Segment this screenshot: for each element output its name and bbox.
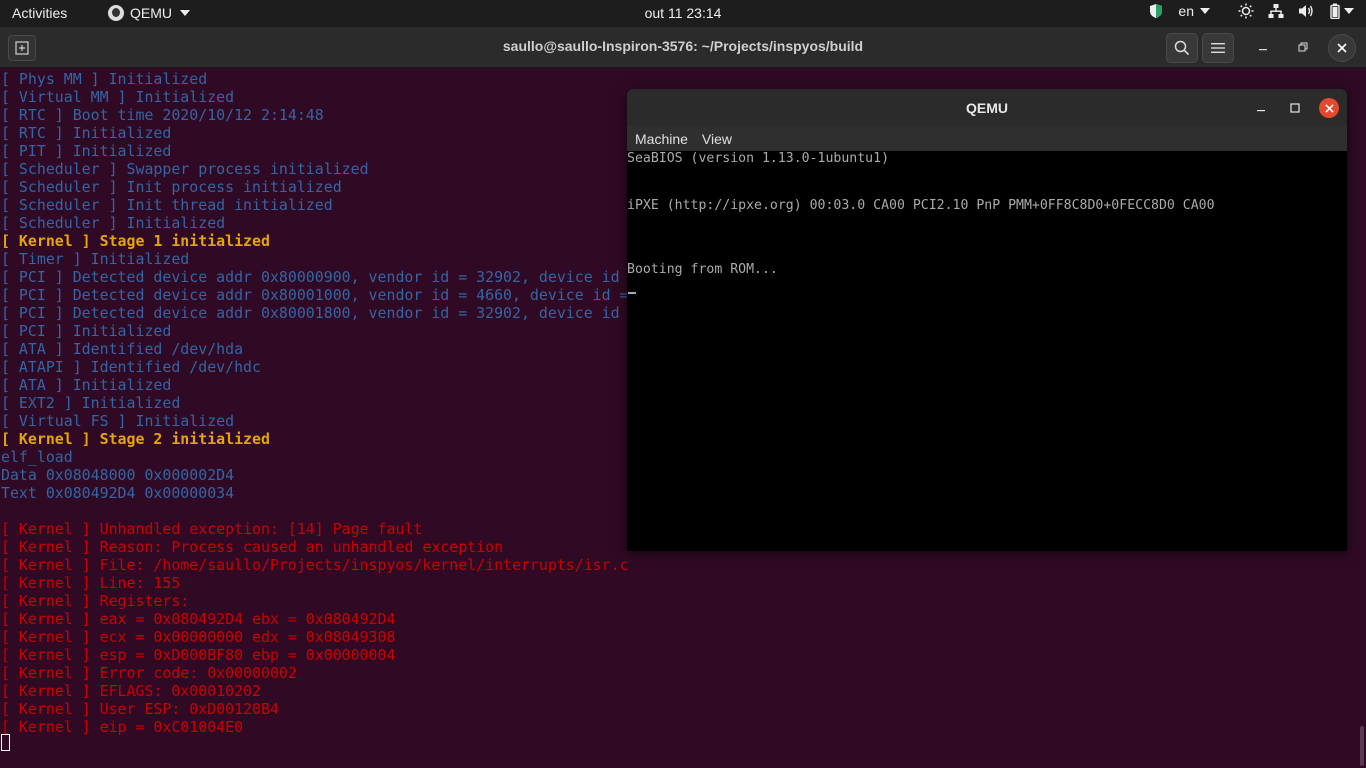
vga-cursor: [628, 292, 636, 294]
qemu-minimize-button[interactable]: [1251, 98, 1271, 118]
restore-icon: [1298, 42, 1308, 52]
terminal-line: [ Kernel ] Registers:: [1, 592, 190, 610]
chevron-down-icon: [1200, 8, 1210, 14]
chevron-down-icon: [1344, 8, 1354, 14]
brightness-icon[interactable]: [1238, 3, 1254, 19]
menu-machine[interactable]: Machine: [635, 131, 688, 147]
qemu-vga-screen[interactable]: SeaBIOS (version 1.13.0-1ubuntu1) iPXE (…: [627, 151, 1347, 551]
terminal-line: [ Kernel ] File: /home/saullo/Projects/i…: [1, 556, 629, 574]
minimize-button[interactable]: [1248, 33, 1278, 61]
minimize-icon: [1257, 110, 1265, 112]
close-icon: [1324, 103, 1334, 113]
vga-line-ipxe: iPXE (http://ipxe.org) 00:03.0 CA00 PCI2…: [627, 198, 1215, 213]
language-label: en: [1178, 3, 1194, 19]
terminal-line: [ Kernel ] Line: 155: [1, 574, 181, 592]
language-selector[interactable]: en: [1178, 3, 1210, 19]
volume-icon[interactable]: [1298, 3, 1314, 19]
terminal-line: [ Phys MM ] Initialized: [1, 70, 208, 88]
search-button[interactable]: [1166, 33, 1198, 63]
menu-view[interactable]: View: [702, 131, 732, 147]
qemu-title-bar[interactable]: QEMU: [627, 89, 1347, 126]
activities-button[interactable]: Activities: [12, 5, 67, 21]
shield-icon[interactable]: [1148, 3, 1164, 19]
app-menu-label: QEMU: [130, 5, 172, 21]
terminal-line: [ Kernel ] ecx = 0x00000000 edx = 0x0804…: [1, 628, 396, 646]
qemu-close-button[interactable]: [1319, 98, 1339, 118]
app-menu[interactable]: QEMU: [108, 5, 190, 21]
close-icon: [1337, 43, 1347, 53]
terminal-line: [ Kernel ] eip = 0xC01004E0: [1, 718, 244, 736]
menu-button[interactable]: [1202, 33, 1234, 63]
qemu-window: QEMU Machine View SeaBIOS (version 1.13.…: [627, 89, 1347, 551]
vga-line-boot: Booting from ROM...: [627, 262, 778, 277]
terminal-line: [ Kernel ] Error code: 0x00000002: [1, 664, 297, 682]
top-bar: Activities QEMU out 11 23:14 en: [0, 0, 1366, 27]
qemu-maximize-button[interactable]: [1285, 98, 1305, 118]
terminal-cursor: [1, 734, 10, 751]
clock[interactable]: out 11 23:14: [645, 5, 722, 21]
terminal-line: [ Kernel ] esp = 0xD000BF80 ebp = 0x0000…: [1, 646, 396, 664]
minimize-icon: [1259, 49, 1267, 51]
hamburger-icon: [1211, 43, 1225, 53]
terminal-line: [ Kernel ] EFLAGS: 0x00010202: [1, 682, 261, 700]
maximize-button[interactable]: [1288, 33, 1318, 61]
close-button[interactable]: [1328, 34, 1356, 62]
qemu-window-title: QEMU: [966, 100, 1008, 116]
terminal-line: [ Kernel ] User ESP: 0xD00120B4: [1, 700, 279, 718]
terminal-scrollbar[interactable]: [1360, 726, 1364, 766]
battery-icon[interactable]: [1328, 3, 1356, 19]
vga-line-seabios: SeaBIOS (version 1.13.0-1ubuntu1): [627, 151, 890, 166]
qemu-menu-bar: Machine View: [627, 126, 1347, 151]
terminal-line: [ Kernel ] eax = 0x080492D4 ebx = 0x0804…: [1, 610, 396, 628]
chevron-down-icon: [180, 10, 190, 16]
network-icon[interactable]: [1268, 3, 1284, 19]
terminal-header-bar: saullo@saullo-Inspiron-3576: ~/Projects/…: [0, 27, 1366, 68]
search-icon: [1174, 40, 1190, 56]
maximize-icon: [1290, 103, 1300, 113]
qemu-app-icon: [108, 5, 124, 21]
terminal-title: saullo@saullo-Inspiron-3576: ~/Projects/…: [502, 38, 864, 54]
system-tray: en: [1148, 3, 1356, 19]
